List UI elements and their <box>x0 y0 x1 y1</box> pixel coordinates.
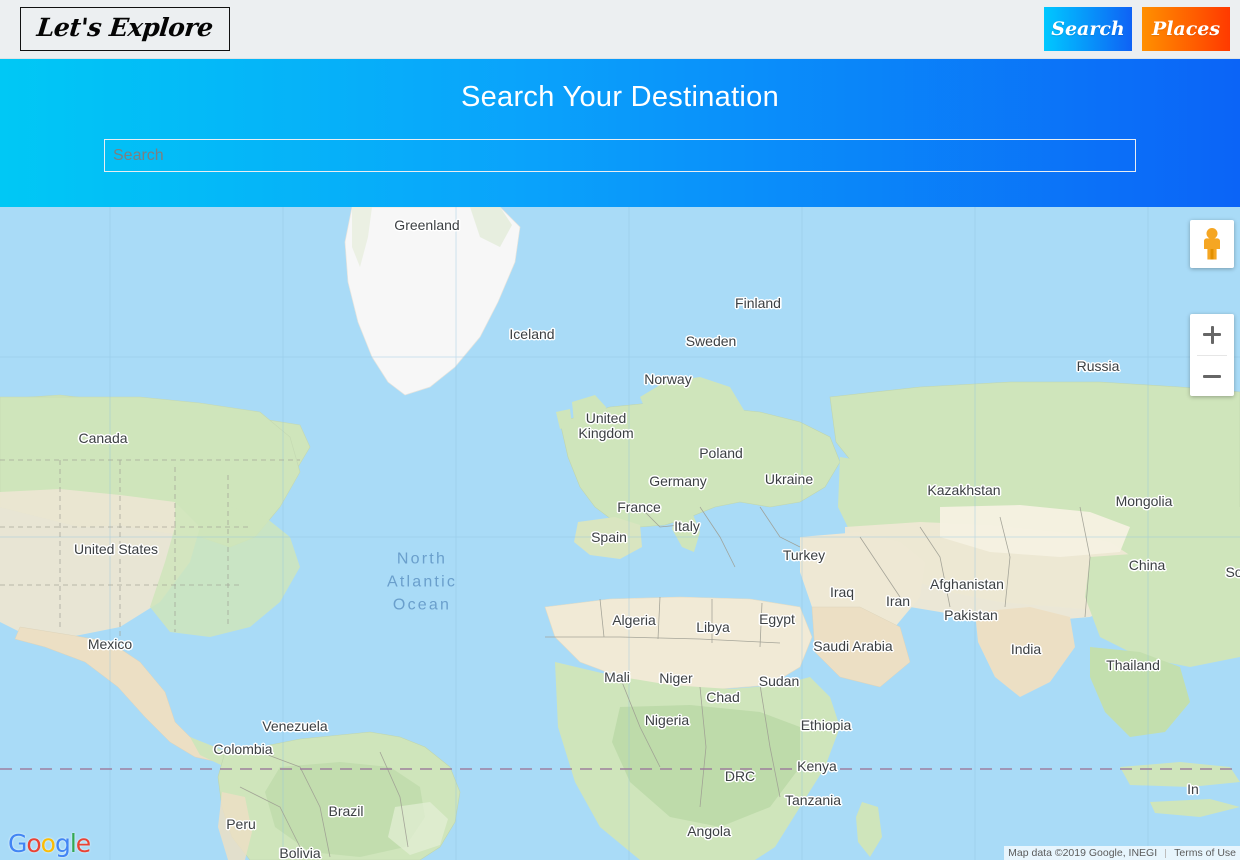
map-data-text: Map data ©2019 Google, INEGI <box>1008 847 1158 859</box>
zoom-controls[interactable] <box>1190 314 1234 396</box>
banner-title: Search Your Destination <box>460 81 780 113</box>
map-tiles <box>0 207 1240 860</box>
map-attribution: Map data ©2019 Google, INEGI Terms of Us… <box>1004 846 1240 860</box>
pegman-icon <box>1204 228 1220 260</box>
app-logo-text: Let's Explore <box>35 13 215 42</box>
attribution-divider <box>1165 848 1167 858</box>
search-banner: Search Your Destination <box>0 59 1240 207</box>
search-field-wrapper <box>104 139 1136 172</box>
google-logo-letter: e <box>75 829 91 858</box>
google-logo-letter: o <box>40 829 56 858</box>
zoom-in-button[interactable] <box>1190 314 1234 355</box>
street-view-pegman-button[interactable] <box>1190 220 1234 268</box>
google-logo-letter: g <box>54 829 71 858</box>
zoom-out-button[interactable] <box>1190 356 1234 397</box>
search-input[interactable] <box>104 139 1136 172</box>
places-button[interactable]: Places <box>1142 7 1230 51</box>
google-logo: Google <box>8 829 91 858</box>
terms-of-use-link[interactable]: Terms of Use <box>1174 847 1236 859</box>
map-canvas[interactable]: Greenland Iceland Finland Sweden Norway Russi… <box>0 207 1240 860</box>
app-logo[interactable]: Let's Explore <box>20 7 230 51</box>
app-header: Let's Explore Search Places <box>0 0 1240 59</box>
search-button[interactable]: Search <box>1044 7 1132 51</box>
google-logo-letter: G <box>8 829 27 858</box>
header-actions: Search Places <box>1044 7 1230 51</box>
google-logo-letter: o <box>26 829 41 858</box>
